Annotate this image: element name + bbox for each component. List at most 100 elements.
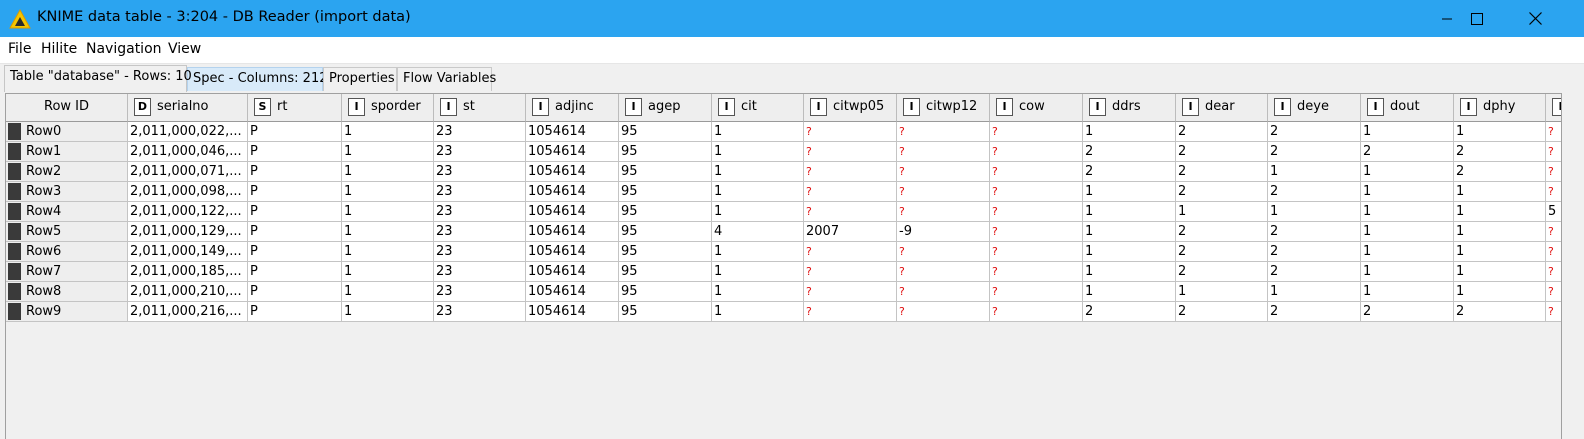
table-cell[interactable]: 1 [1176, 202, 1268, 222]
table-cell[interactable]: 1054614 [526, 282, 619, 302]
table-cell[interactable]: ? [804, 302, 897, 322]
table-cell[interactable]: ? [1546, 162, 1561, 182]
table-cell[interactable]: ? [897, 182, 990, 202]
column-header[interactable]: Idphy [1454, 94, 1546, 122]
table-cell[interactable]: 2,011,000,129,... [128, 222, 248, 242]
table-cell[interactable]: 95 [619, 302, 712, 322]
table-cell[interactable]: P [248, 122, 342, 142]
table-cell[interactable]: 4 [712, 222, 804, 242]
table-cell[interactable]: P [248, 142, 342, 162]
table-cell[interactable]: ? [1546, 122, 1561, 142]
table-cell[interactable]: 1 [712, 162, 804, 182]
tab-table[interactable]: Table "database" - Rows: 10 [4, 65, 192, 92]
table-cell[interactable]: 1054614 [526, 162, 619, 182]
menu-navigation[interactable]: Navigation [86, 41, 162, 57]
table-cell[interactable]: P [248, 282, 342, 302]
table-cell[interactable]: ? [804, 202, 897, 222]
table-cell[interactable]: 1 [1083, 202, 1176, 222]
table-cell[interactable]: 2 [1176, 262, 1268, 282]
table-cell[interactable]: P [248, 242, 342, 262]
table-cell[interactable]: 2 [1176, 302, 1268, 322]
table-cell[interactable]: 23 [434, 282, 526, 302]
table-cell[interactable]: 23 [434, 262, 526, 282]
table-cell[interactable]: 2,011,000,216,... [128, 302, 248, 322]
table-cell[interactable]: 23 [434, 222, 526, 242]
table-cell[interactable]: 1 [342, 122, 434, 142]
row-id-cell[interactable]: Row8 [6, 282, 128, 302]
table-cell[interactable]: 95 [619, 202, 712, 222]
table-cell[interactable]: 23 [434, 182, 526, 202]
table-cell[interactable]: 1 [342, 262, 434, 282]
table-cell[interactable]: P [248, 222, 342, 242]
table-cell[interactable]: 23 [434, 162, 526, 182]
table-cell[interactable]: 2,011,000,149,... [128, 242, 248, 262]
column-header[interactable]: Iagep [619, 94, 712, 122]
table-cell[interactable]: 1 [342, 182, 434, 202]
table-cell[interactable]: 2,011,000,122,... [128, 202, 248, 222]
table-cell[interactable]: 2 [1268, 182, 1361, 202]
table-cell[interactable]: 1 [1268, 162, 1361, 182]
table-cell[interactable]: ? [804, 282, 897, 302]
table-cell[interactable]: 2 [1268, 122, 1361, 142]
table-cell[interactable]: 1 [1361, 242, 1454, 262]
table-cell[interactable]: ? [1546, 282, 1561, 302]
table-cell[interactable]: 2 [1454, 142, 1546, 162]
table-cell[interactable]: ? [1546, 242, 1561, 262]
table-cell[interactable]: 1 [1361, 202, 1454, 222]
table-cell[interactable]: 1 [1268, 202, 1361, 222]
table-cell[interactable]: 1 [1454, 242, 1546, 262]
table-cell[interactable]: 23 [434, 242, 526, 262]
table-cell[interactable]: ? [897, 262, 990, 282]
table-cell[interactable]: 1 [1083, 242, 1176, 262]
table-cell[interactable]: 2 [1083, 162, 1176, 182]
table-cell[interactable]: 2,011,000,071,... [128, 162, 248, 182]
table-cell[interactable]: 95 [619, 122, 712, 142]
table-cell[interactable]: 1 [1361, 122, 1454, 142]
table-cell[interactable]: ? [804, 142, 897, 162]
table-cell[interactable]: 1 [342, 142, 434, 162]
table-cell[interactable]: ? [1546, 142, 1561, 162]
table-cell[interactable]: ? [897, 282, 990, 302]
table-cell[interactable]: ? [990, 242, 1083, 262]
table-cell[interactable]: 2 [1361, 142, 1454, 162]
table-cell[interactable]: 1 [1083, 182, 1176, 202]
table-cell[interactable]: 1054614 [526, 202, 619, 222]
column-header[interactable]: Icit [712, 94, 804, 122]
tab-spec[interactable]: Spec - Columns: 212 [187, 67, 328, 91]
row-id-cell[interactable]: Row2 [6, 162, 128, 182]
table-cell[interactable]: 1 [1454, 262, 1546, 282]
menu-hilite[interactable]: Hilite [41, 41, 77, 57]
table-cell[interactable]: 1 [712, 182, 804, 202]
table-cell[interactable]: 2 [1176, 182, 1268, 202]
table-cell[interactable]: 95 [619, 282, 712, 302]
table-cell[interactable]: ? [990, 122, 1083, 142]
table-cell[interactable]: 1 [1268, 282, 1361, 302]
table-cell[interactable]: 2 [1454, 302, 1546, 322]
table-cell[interactable]: 1 [1361, 182, 1454, 202]
table-cell[interactable]: 2 [1454, 162, 1546, 182]
table-cell[interactable]: 2 [1176, 122, 1268, 142]
table-cell[interactable]: 1 [1454, 222, 1546, 242]
row-id-cell[interactable]: Row5 [6, 222, 128, 242]
table-cell[interactable]: ? [990, 202, 1083, 222]
table-cell[interactable]: 1 [712, 262, 804, 282]
table-cell[interactable]: 5 [1546, 202, 1561, 222]
table-cell[interactable]: 2,011,000,185,... [128, 262, 248, 282]
table-cell[interactable]: 1054614 [526, 142, 619, 162]
table-cell[interactable]: 1 [1454, 182, 1546, 202]
table-cell[interactable]: P [248, 162, 342, 182]
table-cell[interactable]: ? [897, 202, 990, 222]
column-header[interactable]: Idout [1361, 94, 1454, 122]
table-cell[interactable]: ? [804, 262, 897, 282]
table-cell[interactable]: ? [804, 122, 897, 142]
table-cell[interactable]: 2 [1083, 142, 1176, 162]
table-cell[interactable]: ? [990, 142, 1083, 162]
tab-flow-variables[interactable]: Flow Variables [397, 67, 496, 91]
row-id-cell[interactable]: Row9 [6, 302, 128, 322]
table-cell[interactable]: 2 [1268, 242, 1361, 262]
table-cell[interactable]: 1 [712, 302, 804, 322]
table-cell[interactable]: 1 [1083, 122, 1176, 142]
table-cell[interactable]: 1 [342, 242, 434, 262]
table-cell[interactable]: 1 [1454, 282, 1546, 302]
tab-properties[interactable]: Properties [323, 67, 397, 91]
